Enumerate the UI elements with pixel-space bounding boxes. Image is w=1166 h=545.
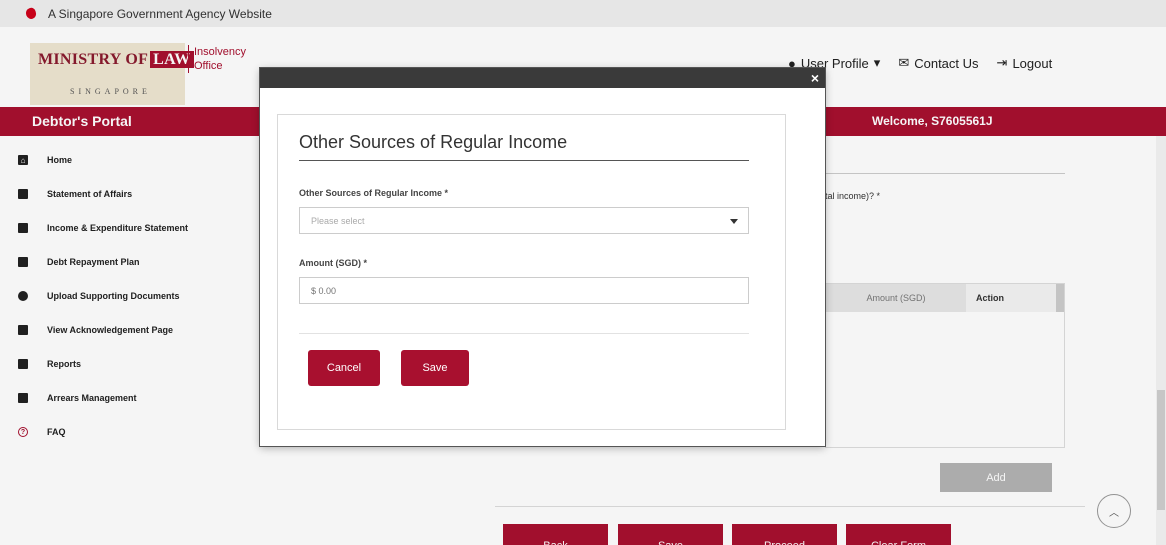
amount-label: Amount (SGD) * (299, 258, 367, 268)
save-button[interactable]: Save (401, 350, 469, 386)
modal-divider (299, 333, 749, 334)
income-source-select[interactable]: Please select (299, 207, 749, 234)
title-divider (299, 160, 749, 161)
caret-down-icon (730, 219, 738, 224)
close-icon[interactable]: × (811, 71, 819, 85)
cancel-button[interactable]: Cancel (308, 350, 380, 386)
modal-body: Other Sources of Regular Income Other So… (277, 114, 786, 430)
amount-input[interactable] (299, 277, 749, 304)
modal-title: Other Sources of Regular Income (299, 132, 568, 152)
modal-header: × (260, 68, 825, 88)
select-placeholder: Please select (311, 215, 365, 226)
income-source-label: Other Sources of Regular Income * (299, 188, 449, 198)
income-source-modal: × Other Sources of Regular Income Other … (260, 68, 825, 446)
